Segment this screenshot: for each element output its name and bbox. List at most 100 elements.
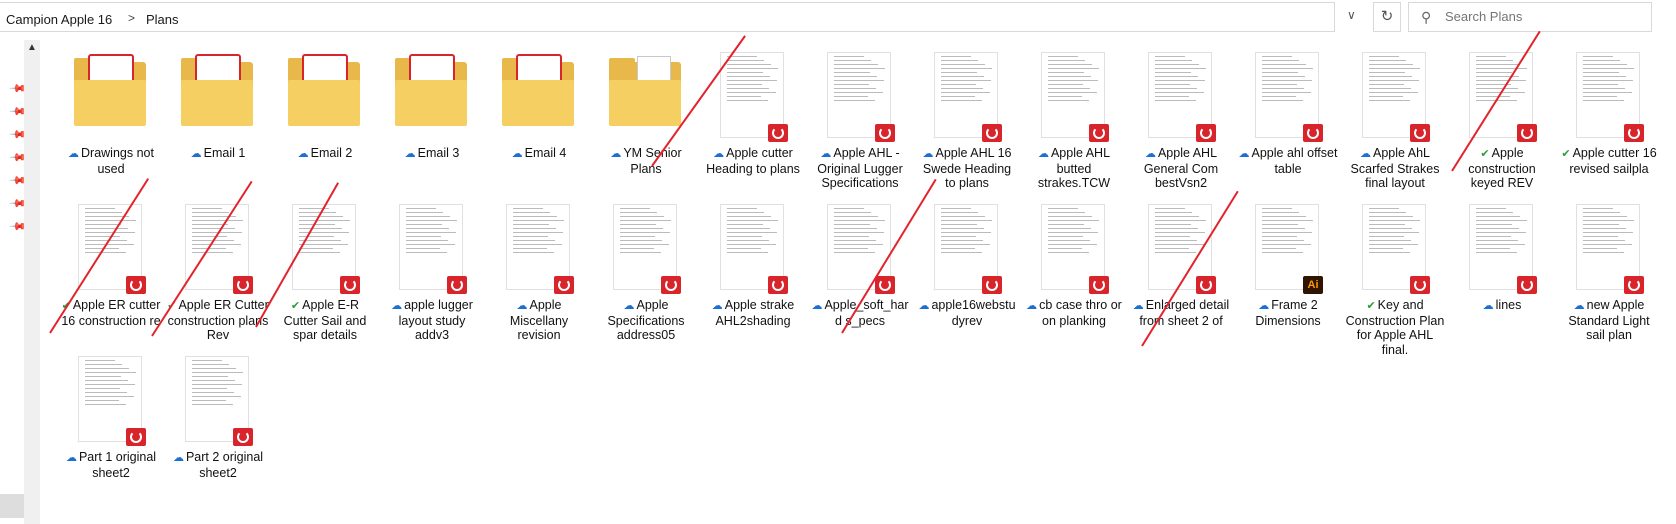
file-name-text: Apple ER cutter 16 construction re [61, 298, 161, 328]
file-name-text: apple lugger layout study addv3 [398, 298, 473, 342]
cloud-icon: ☁ [1360, 148, 1371, 160]
file-name: ☁ Part 1 original sheet2 [60, 450, 162, 480]
cloud-icon: ☁ [68, 148, 80, 160]
cloud-icon: ☁ [711, 300, 723, 312]
file-name-text: Apple construction keyed REV [1468, 146, 1536, 190]
file-name: ☁ Apple strake AHL2shading [702, 298, 804, 328]
file-thumbnail [1249, 52, 1325, 142]
file-name-text: Part 1 original sheet2 [78, 450, 157, 480]
file-item[interactable]: PDF ☁Email 2 [272, 52, 376, 202]
file-thumbnail [179, 356, 255, 446]
cloud-icon: ☁ [811, 300, 823, 312]
file-item[interactable]: ☁ Apple Miscellany revision [486, 204, 590, 354]
pdf-badge-icon [233, 428, 253, 446]
pdf-badge-icon [1196, 276, 1216, 294]
pdf-badge-icon [233, 276, 253, 294]
file-name: ✔ Key and Construction Plan for Apple AHL… [1344, 298, 1446, 357]
search-input[interactable] [1445, 9, 1635, 24]
file-item[interactable]: ☁ Apple Specifications address05 [593, 204, 697, 354]
pdf-badge-icon [554, 276, 574, 294]
file-thumbnail [1035, 204, 1111, 294]
file-thumbnail [928, 204, 1004, 294]
file-item[interactable]: ✔ Apple cutter 16 revised sailpla [1556, 52, 1660, 202]
cloud-icon: ☁ [1258, 300, 1270, 312]
scroll-up-icon[interactable]: ▲ [27, 42, 37, 53]
file-item[interactable]: ☁ Apple AhL Scarfed Strakes final layout [1342, 52, 1446, 202]
file-name-text: Apple AHL 16 Swede Heading to plans [922, 146, 1012, 190]
file-thumbnail [1570, 204, 1646, 294]
file-item[interactable]: ☁ apple16webstu dyrev [914, 204, 1018, 354]
file-name: ✔ Apple construction keyed REV [1451, 146, 1553, 191]
file-item[interactable]: ✔ Apple construction keyed REV [1449, 52, 1553, 202]
file-item[interactable]: ✔Apple ER cutter 16 construction re [58, 204, 162, 354]
file-item[interactable]: ☁ new Apple Standard Light sail plan [1556, 204, 1660, 354]
file-name: ☁ Apple Miscellany revision [488, 298, 590, 343]
file-name-text: Enlarged detail from sheet 2 of [1139, 298, 1230, 328]
file-name: ☁ Frame 2 Dimensions [1237, 298, 1339, 328]
file-item[interactable]: ☁ cb case thro or on planking [1021, 204, 1125, 354]
file-item[interactable]: Ai ☁ Frame 2 Dimensions [1235, 204, 1339, 354]
pdf-badge-icon [126, 428, 146, 446]
file-item[interactable]: ☁ Part 1 original sheet2 [58, 356, 162, 506]
file-thumbnail [1356, 52, 1432, 142]
cloud-icon: ☁ [1026, 300, 1038, 312]
file-item[interactable]: PDF ☁Email 3 [379, 52, 483, 202]
file-item[interactable]: ☁ Apple_soft_har d s_pecs [807, 204, 911, 354]
file-name: ☁ Email 4 [488, 146, 590, 162]
chevron-down-icon[interactable]: ∨ [1347, 8, 1356, 22]
file-item[interactable]: ☁ Apple AHL butted strakes.TCW [1021, 52, 1125, 202]
file-thumbnail [928, 52, 1004, 142]
scrollbar[interactable]: ▲ [24, 40, 40, 524]
file-thumbnail [714, 52, 790, 142]
file-thumbnail [1356, 204, 1432, 294]
file-name-text: Apple ahl offset table [1251, 146, 1338, 176]
file-name: ☁ YM Senior Plans [595, 146, 697, 176]
file-item[interactable]: PDF ☁Email 1 [165, 52, 269, 202]
file-name: ☁ Apple AHL - Original Lugger Specificati… [809, 146, 911, 191]
file-name-text: apple16webstu dyrev [931, 298, 1016, 328]
file-item[interactable]: ✔ Key and Construction Plan for Apple AHL… [1342, 204, 1446, 357]
synced-check-icon: ✔ [1561, 148, 1571, 160]
file-item[interactable]: PDF ☁Email 4 [486, 52, 590, 202]
file-name: ☁ Email 3 [381, 146, 483, 162]
cloud-icon: ☁ [172, 452, 184, 464]
file-item[interactable]: ☁ apple lugger layout study addv3 [379, 204, 483, 354]
file-item[interactable]: ☁ Apple AHL 16 Swede Heading to plans [914, 52, 1018, 202]
file-thumbnail [821, 52, 897, 142]
file-name-text: Email 4 [524, 146, 567, 160]
file-item[interactable]: ✔ Apple E-R Cutter Sail and spar details [272, 204, 376, 354]
file-item[interactable]: ☁ Apple strake AHL2shading [700, 204, 804, 354]
file-thumbnail [714, 204, 790, 294]
file-name: ✔ Apple cutter 16 revised sailpla [1558, 146, 1660, 176]
cloud-icon: ☁ [65, 452, 77, 464]
search-box[interactable]: ⚲ [1408, 2, 1652, 32]
breadcrumb-plans[interactable]: Plans [146, 12, 179, 27]
chevron-right-icon[interactable]: > [128, 11, 135, 25]
breadcrumb[interactable]: Campion Apple 16 > Plans [0, 2, 1335, 32]
folder-icon: PDF [286, 52, 362, 142]
pdf-badge-icon [768, 124, 788, 142]
folder-icon: PDF [72, 52, 148, 142]
file-name-text: Apple Specifications address05 [607, 298, 685, 342]
pdf-badge-icon [1089, 276, 1109, 294]
file-item[interactable]: ☁ Apple ahl offset table [1235, 52, 1339, 202]
file-item[interactable]: ☁ Apple AHL - Original Lugger Specificati… [807, 52, 911, 202]
file-name: ☁ Email 1 [167, 146, 269, 162]
pdf-badge-icon [1303, 124, 1323, 142]
breadcrumb-campion-apple-16[interactable]: Campion Apple 16 [6, 12, 112, 27]
refresh-icon: ↻ [1380, 8, 1394, 25]
file-thumbnail [1142, 52, 1218, 142]
file-name-text: Drawings not used [81, 146, 154, 176]
file-name: ✔ Apple E-R Cutter Sail and spar details [274, 298, 376, 343]
file-item[interactable]: ☁ lines [1449, 204, 1553, 354]
refresh-button[interactable]: ↻ [1373, 2, 1401, 32]
pdf-badge-icon [1410, 124, 1430, 142]
file-thumbnail [1035, 52, 1111, 142]
file-item[interactable]: ☁ Part 2 original sheet2 [165, 356, 269, 506]
file-item[interactable]: ☁ Apple AHL General Com bestVsn2 [1128, 52, 1232, 202]
file-item[interactable]: ☁ YM Senior Plans [593, 52, 697, 202]
file-item[interactable]: ✔Apple ER Cutter construction plans Rev [165, 204, 269, 354]
nav-selection[interactable] [0, 494, 24, 518]
cloud-icon: ☁ [404, 148, 416, 160]
cloud-icon: ☁ [610, 148, 622, 160]
